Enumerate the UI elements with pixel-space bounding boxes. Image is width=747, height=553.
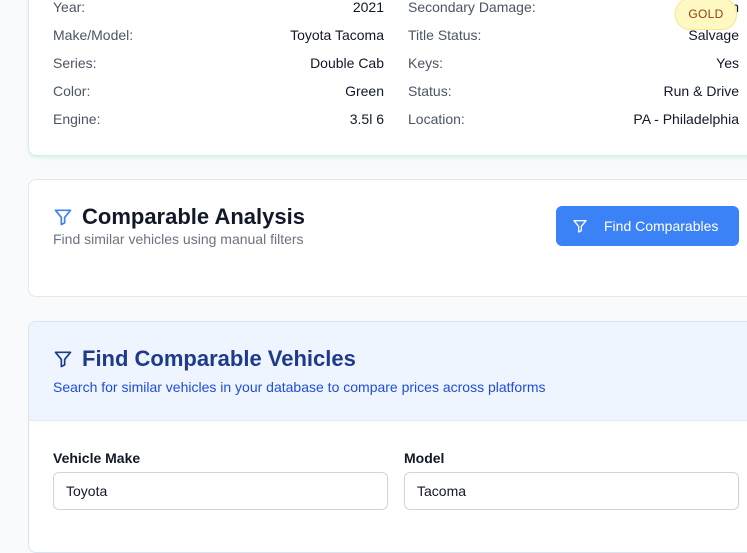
detail-row-color: Color: Green	[53, 81, 384, 101]
comparable-analysis-card: Comparable Analysis Find similar vehicle…	[28, 179, 747, 297]
section-subtitle: Find similar vehicles using manual filte…	[53, 231, 304, 247]
detail-row-make-model: Make/Model: Toyota Tacoma	[53, 25, 384, 45]
detail-value: 2021	[352, 0, 384, 15]
detail-label: Series:	[53, 55, 97, 71]
gold-badge: GOLD	[675, 0, 737, 30]
find-comparables-button[interactable]: Find Comparables	[556, 206, 739, 246]
detail-label: Year:	[53, 0, 86, 15]
detail-row-year: Year: 2021	[53, 0, 384, 17]
detail-label: Color:	[53, 83, 91, 99]
detail-value: 3.5l 6	[349, 111, 384, 127]
filter-icon	[54, 351, 72, 368]
model-label: Model	[404, 450, 445, 466]
detail-row-keys: Keys: Yes	[408, 53, 739, 73]
detail-value: PA - Philadelphia	[633, 111, 739, 127]
vehicle-make-label: Vehicle Make	[53, 450, 141, 466]
vehicle-make-input[interactable]	[53, 472, 388, 510]
section-title: Comparable Analysis	[82, 204, 305, 229]
detail-label: Keys:	[408, 55, 444, 71]
detail-label: Engine:	[53, 111, 101, 127]
detail-label: Status:	[408, 83, 452, 99]
detail-label: Make/Model:	[53, 27, 134, 43]
detail-row-location: Location: PA - Philadelphia	[408, 109, 739, 129]
detail-row-status: Status: Run & Drive	[408, 81, 739, 101]
button-label: Find Comparables	[604, 218, 719, 234]
filter-icon	[54, 209, 72, 226]
detail-value: Yes	[716, 55, 739, 71]
find-comparable-vehicles-card: Find Comparable Vehicles Search for simi…	[28, 321, 747, 553]
detail-value: Double Cab	[310, 55, 384, 71]
detail-value: Green	[345, 83, 384, 99]
section-title: Find Comparable Vehicles	[82, 346, 356, 371]
detail-value: Run & Drive	[663, 83, 739, 99]
detail-value: Toyota Tacoma	[290, 27, 384, 43]
detail-row-engine: Engine: 3.5l 6	[53, 109, 384, 129]
section-subtitle: Search for similar vehicles in your data…	[53, 379, 546, 395]
filter-icon	[573, 220, 587, 233]
detail-label: Title Status:	[408, 27, 482, 43]
detail-row-series: Series: Double Cab	[53, 53, 384, 73]
detail-label: Location:	[408, 111, 465, 127]
detail-label: Secondary Damage:	[408, 0, 536, 15]
card-header: Find Comparable Vehicles Search for simi…	[29, 322, 747, 421]
model-input[interactable]	[404, 472, 739, 510]
vehicle-details-card: Year: 2021 Make/Model: Toyota Tacoma Ser…	[28, 0, 747, 156]
